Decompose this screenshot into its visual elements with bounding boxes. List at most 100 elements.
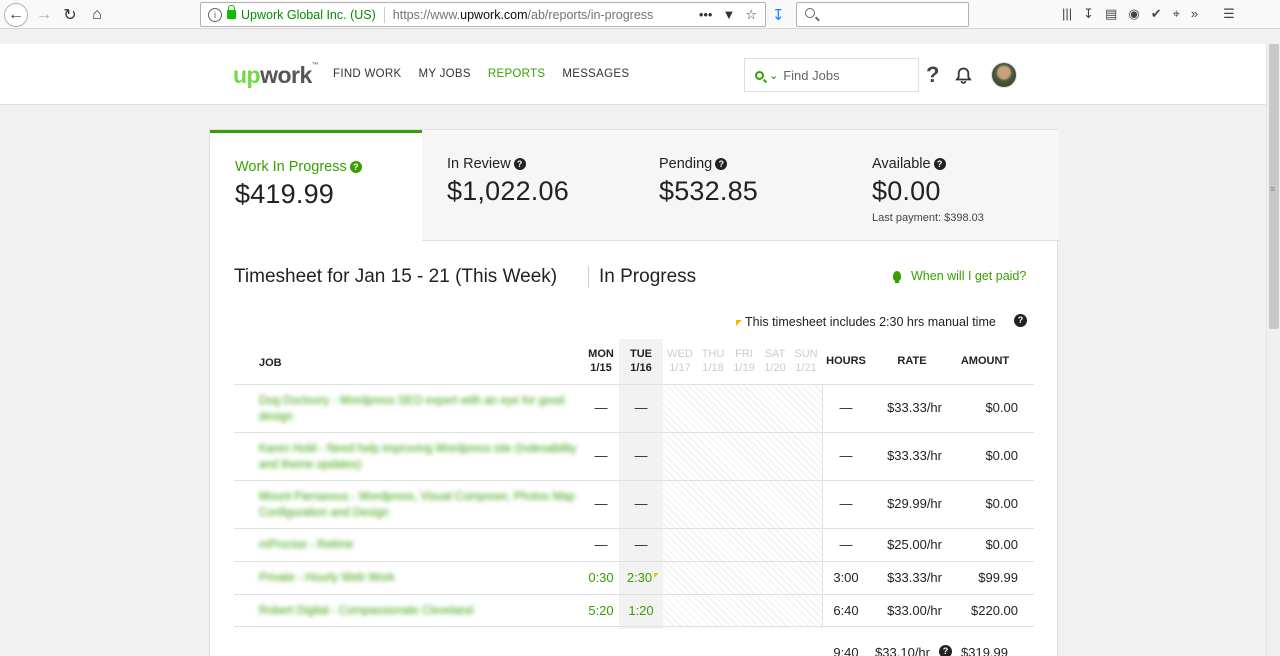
chevron-down-icon[interactable]: ⌄ <box>769 69 778 82</box>
last-payment: Last payment: $398.03 <box>872 212 984 224</box>
cell-mon[interactable]: — <box>589 537 613 552</box>
help-icon[interactable]: ? <box>715 158 728 170</box>
cell-amount: $99.99 <box>978 570 1018 585</box>
when-paid-link[interactable]: When will I get paid? <box>893 269 1026 283</box>
url-text[interactable]: https://www.upwork.com/ab/reports/in-pro… <box>393 8 699 22</box>
downloads-icon[interactable]: ↧ <box>1083 6 1094 22</box>
browser-search-input[interactable] <box>796 2 969 27</box>
table-row: Dog Doctoory - Wordpress SEO expert with… <box>234 384 1034 432</box>
col-rate: RATE <box>897 355 927 367</box>
help-icon[interactable]: ? <box>513 158 526 170</box>
table-row: mProcise - Retime — — — $25.00/hr $0.00 <box>234 528 1034 561</box>
stat-in-review[interactable]: In Review? $1,022.06 <box>422 130 634 241</box>
scrollbar-thumb[interactable] <box>1269 44 1279 329</box>
find-jobs-search[interactable]: ⌄ Find Jobs <box>744 58 919 92</box>
cell-tue[interactable]: — <box>629 400 653 415</box>
back-icon[interactable]: ← <box>4 3 28 27</box>
notification-bell-icon[interactable] <box>955 67 972 84</box>
cell-mon[interactable]: 0:30 <box>585 570 617 585</box>
extension-icon[interactable]: ◉ <box>1128 6 1139 22</box>
main-nav: FIND WORK MY JOBS REPORTS MESSAGES <box>333 68 629 80</box>
find-jobs-placeholder[interactable]: Find Jobs <box>783 68 839 83</box>
cell-mon[interactable]: — <box>589 496 613 511</box>
site-identity[interactable]: Upwork Global Inc. (US) <box>241 8 376 22</box>
reload-icon[interactable]: ↻ <box>58 3 82 27</box>
job-title[interactable]: mProcise - Retime <box>259 537 579 553</box>
forward-icon[interactable]: → <box>32 3 56 27</box>
avatar[interactable] <box>991 62 1017 88</box>
stat-work-in-progress[interactable]: Work In Progress? $419.99 <box>210 130 422 242</box>
manual-flag-icon <box>654 573 660 578</box>
stat-pending[interactable]: Pending? $532.85 <box>634 130 846 241</box>
cell-mon[interactable]: 5:20 <box>585 603 617 618</box>
cell-amount: $220.00 <box>971 603 1018 618</box>
col-sun: SUN 1/21 <box>794 348 818 374</box>
cell-rate: $33.33/hr <box>887 570 942 585</box>
cell-mon[interactable]: — <box>589 400 613 415</box>
cell-rate: $33.33/hr <box>887 448 942 463</box>
cell-tue[interactable]: — <box>629 537 653 552</box>
cell-tue[interactable]: 2:30 <box>623 570 663 585</box>
lock-icon <box>227 5 236 19</box>
reader-icon[interactable]: ▤ <box>1105 6 1117 22</box>
bookmark-star-icon[interactable]: ☆ <box>745 7 757 23</box>
cell-mon[interactable]: — <box>589 448 613 463</box>
home-icon[interactable]: ⌂ <box>85 3 109 27</box>
cell-hours: — <box>839 496 853 511</box>
help-icon[interactable]: ? <box>926 62 939 88</box>
help-icon[interactable]: ? <box>1014 314 1027 327</box>
job-title[interactable]: Mount Parnassus - Wordpress, Visual Comp… <box>259 489 579 521</box>
overflow-chevron-icon[interactable]: » <box>1191 6 1198 22</box>
timesheet-total: 9:40 $33.10/hr ? $319.99 <box>210 645 1059 656</box>
address-bar[interactable]: i Upwork Global Inc. (US) https://www.up… <box>200 2 766 27</box>
stat-value: $0.00 <box>872 176 941 206</box>
cell-tue[interactable]: — <box>629 496 653 511</box>
col-job: JOB <box>259 357 282 369</box>
job-title[interactable]: Private - Hourly Web Work <box>259 570 579 586</box>
nav-find-work[interactable]: FIND WORK <box>333 68 402 80</box>
col-hours: HOURS <box>826 355 866 367</box>
total-amount: $319.99 <box>961 645 1008 656</box>
nav-reports[interactable]: REPORTS <box>488 68 545 80</box>
url-prefix: https://www. <box>392 7 461 22</box>
stat-available[interactable]: Available? $0.00 Last payment: $398.03 <box>847 130 1059 241</box>
job-title[interactable]: Karen Hold - Need help improving Wordpre… <box>259 441 579 473</box>
timesheet-header: JOB MON 1/15 TUE 1/16 WED 1/17 THU 1/18 FRI 1… <box>210 344 1059 384</box>
nav-my-jobs[interactable]: MY JOBS <box>419 68 471 80</box>
extension-check-icon[interactable]: ✔ <box>1151 6 1162 22</box>
download-icon[interactable]: ↧ <box>772 6 785 24</box>
page-actions-icon[interactable]: ••• <box>699 7 713 23</box>
info-icon[interactable]: i <box>208 7 222 22</box>
library-icon[interactable]: ||| <box>1062 6 1072 22</box>
col-mon: MON 1/15 <box>588 348 614 374</box>
nav-messages[interactable]: MESSAGES <box>562 68 629 80</box>
manual-flag-icon <box>736 320 742 326</box>
url-path: /ab/reports/in-progress <box>527 7 654 22</box>
table-row: Mount Parnassus - Wordpress, Visual Comp… <box>234 480 1034 528</box>
col-thu: THU 1/18 <box>701 348 725 374</box>
help-icon[interactable]: ? <box>349 161 362 173</box>
table-row: Robert Digital - Compassionate Cleveland… <box>234 594 1034 627</box>
pocket-icon[interactable]: ▼ <box>722 7 735 23</box>
stat-label: Pending? <box>659 156 728 172</box>
cell-rate: $25.00/hr <box>887 537 942 552</box>
cell-hours: — <box>839 400 853 415</box>
url-separator <box>383 6 385 23</box>
job-title[interactable]: Dog Doctoory - Wordpress SEO expert with… <box>259 393 579 425</box>
menu-icon[interactable]: ☰ <box>1223 6 1235 22</box>
cell-tue[interactable]: 1:20 <box>625 603 657 618</box>
job-title[interactable]: Robert Digital - Compassionate Cleveland <box>259 603 579 619</box>
crop-icon[interactable]: ⌖ <box>1173 6 1180 22</box>
help-icon[interactable]: ? <box>933 158 946 170</box>
stat-value: $419.99 <box>235 179 334 209</box>
browser-toolbar: ← → ↻ ⌂ i Upwork Global Inc. (US) https:… <box>0 0 1280 29</box>
col-wed: WED 1/17 <box>667 348 693 374</box>
timesheet-status: In Progress <box>588 266 696 288</box>
upwork-logo[interactable]: upwork™ <box>233 62 319 89</box>
cell-amount: $0.00 <box>985 400 1018 415</box>
site-header: upwork™ FIND WORK MY JOBS REPORTS MESSAG… <box>0 44 1266 105</box>
cell-tue[interactable]: — <box>629 448 653 463</box>
page-scrollbar[interactable] <box>1266 44 1280 656</box>
col-amount: AMOUNT <box>960 355 1010 367</box>
stat-value: $1,022.06 <box>447 176 569 206</box>
